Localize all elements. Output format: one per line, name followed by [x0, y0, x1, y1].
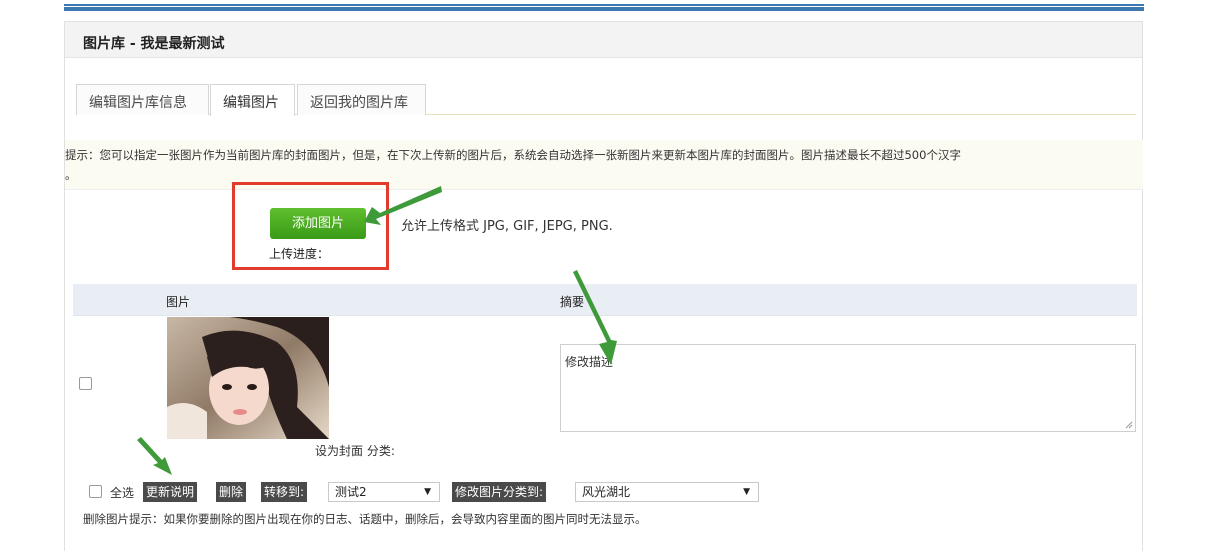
move-target-value: 测试2 — [335, 485, 367, 499]
resize-handle-icon[interactable] — [1125, 421, 1133, 429]
delete-button[interactable]: 删除 — [216, 482, 247, 502]
change-category-button[interactable]: 修改图片分类到: — [452, 482, 547, 502]
add-image-button[interactable]: 添加图片 — [270, 208, 366, 239]
panel-title: 图片库 - 我是最新测试 — [65, 22, 1142, 58]
column-header-image: 图片 — [166, 295, 191, 309]
delete-warning-text: 删除图片提示：如果你要删除的图片出现在你的日志、话题中，删除后，会导致内容里面的… — [83, 512, 647, 526]
bulk-actions-bar: 全选 更新说明 删除 转移到: 测试2 ▼ 修改图片分类到: 风光湖北 ▼ — [85, 482, 1085, 504]
gallery-panel: 图片库 - 我是最新测试 编辑图片库信息 编辑图片 返回我的图片库 提示：您可以… — [64, 21, 1143, 551]
summary-textarea[interactable]: 修改描述 — [560, 344, 1136, 432]
chevron-down-icon: ▼ — [424, 487, 431, 497]
row-checkbox[interactable] — [79, 377, 92, 390]
category-value: 风光湖北 — [582, 485, 631, 499]
update-description-button[interactable]: 更新说明 — [143, 482, 198, 502]
tab-back-to-gallery[interactable]: 返回我的图片库 — [297, 84, 426, 115]
upload-progress-label: 上传进度： — [269, 247, 330, 261]
select-all-checkbox[interactable] — [89, 485, 102, 498]
chevron-down-icon: ▼ — [743, 487, 750, 497]
tab-edit-gallery-info[interactable]: 编辑图片库信息 — [76, 84, 209, 115]
table-header: 图片 摘要 — [73, 284, 1137, 316]
photo-thumbnail-graphic — [167, 317, 329, 439]
tip-box: 提示：您可以指定一张图片作为当前图片库的封面图片，但是，在下次上传新的图片后，系… — [65, 140, 1143, 190]
column-header-summary: 摘要 — [560, 295, 585, 309]
summary-text: 修改描述 — [565, 355, 614, 369]
allowed-formats-text: 允许上传格式 JPG, GIF, JEPG, PNG. — [401, 219, 613, 234]
image-thumbnail[interactable] — [167, 317, 329, 439]
move-target-select[interactable]: 测试2 ▼ — [328, 482, 440, 502]
top-bar — [64, 0, 1144, 11]
category-select[interactable]: 风光湖北 ▼ — [575, 482, 759, 502]
select-all-label[interactable]: 全选 — [110, 484, 134, 501]
tab-edit-images[interactable]: 编辑图片 — [210, 84, 295, 116]
set-cover-label[interactable]: 设为封面 分类: — [315, 442, 395, 459]
tab-bar: 编辑图片库信息 编辑图片 返回我的图片库 — [76, 84, 1136, 116]
tip-text: 提示：您可以指定一张图片作为当前图片库的封面图片，但是，在下次上传新的图片后，系… — [65, 148, 961, 162]
move-to-button[interactable]: 转移到: — [261, 482, 308, 502]
tip-text-end: 。 — [65, 168, 77, 182]
